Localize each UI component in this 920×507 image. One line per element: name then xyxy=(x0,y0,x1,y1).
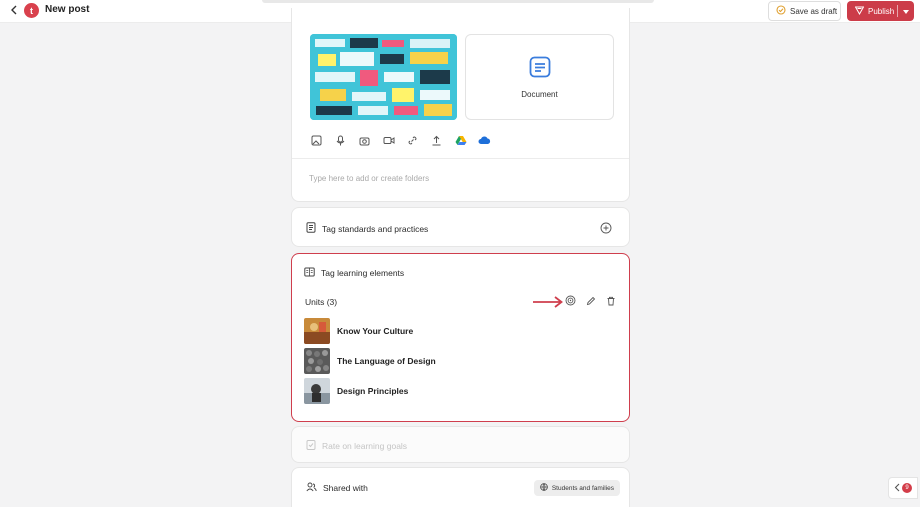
clock-check-icon xyxy=(776,5,786,17)
rate-goals-label: Rate on learning goals xyxy=(322,440,408,451)
publish-label: Publish xyxy=(868,6,895,16)
learning-elements-row: Tag learning elements xyxy=(304,267,404,279)
unit-item[interactable]: Know Your Culture xyxy=(304,318,413,344)
document-attachment[interactable]: Document xyxy=(465,34,614,120)
shared-with-card: Shared with Students and families xyxy=(291,467,630,507)
users-icon xyxy=(306,482,317,494)
rate-goals-row: Rate on learning goals xyxy=(306,439,407,452)
book-open-icon xyxy=(304,267,315,279)
image-icon[interactable] xyxy=(310,134,323,147)
drag-handle xyxy=(262,0,654,3)
onedrive-icon[interactable] xyxy=(478,134,491,147)
globe-icon xyxy=(540,483,548,493)
publish-main-action[interactable]: Publish xyxy=(847,1,897,21)
standards-card[interactable]: Tag standards and practices xyxy=(291,207,630,247)
upload-icon[interactable] xyxy=(430,134,443,147)
media-toolbar xyxy=(310,134,491,147)
learning-elements-label: Tag learning elements xyxy=(321,268,405,278)
audience-selector[interactable]: Students and families xyxy=(533,480,620,496)
audience-label: Students and families xyxy=(551,484,614,492)
unit-name: Know Your Culture xyxy=(337,326,414,336)
annotation-arrow-icon xyxy=(533,296,563,308)
link-icon[interactable] xyxy=(406,134,419,147)
edit-pencil-icon[interactable] xyxy=(585,295,596,306)
back-chevron-icon[interactable] xyxy=(7,3,21,17)
save-draft-button[interactable]: Save as draft xyxy=(768,1,841,21)
chevron-left-icon xyxy=(894,479,900,497)
shared-with-label: Shared with xyxy=(323,483,368,493)
standards-document-icon xyxy=(306,222,316,235)
standards-label: Tag standards and practices xyxy=(322,223,429,234)
publish-button[interactable]: Publish xyxy=(847,1,914,21)
target-icon[interactable] xyxy=(565,295,576,306)
standards-row: Tag standards and practices xyxy=(306,222,428,235)
unit-name: Design Principles xyxy=(337,386,409,396)
app-logo: t xyxy=(24,3,39,18)
send-icon xyxy=(854,6,865,17)
add-standard-plus-icon[interactable] xyxy=(600,221,612,234)
document-label: Document xyxy=(521,89,558,99)
sketchnote-image-thumbnail[interactable] xyxy=(310,34,457,120)
notification-badge: 9 xyxy=(902,483,912,493)
document-icon xyxy=(529,56,551,83)
publish-options-dropdown[interactable] xyxy=(898,7,914,16)
unit-thumbnail xyxy=(304,348,330,374)
unit-actions xyxy=(565,295,616,306)
unit-name: The Language of Design xyxy=(337,356,436,366)
clipboard-check-icon xyxy=(306,439,316,452)
side-panel-toggle[interactable]: 9 xyxy=(888,477,918,499)
caret-down-icon xyxy=(903,7,909,16)
unit-item[interactable]: Design Principles xyxy=(304,378,408,404)
save-draft-label: Save as draft xyxy=(790,6,838,16)
shared-with-row: Shared with xyxy=(306,482,368,494)
trash-icon[interactable] xyxy=(605,295,616,306)
camera-icon[interactable] xyxy=(358,134,371,147)
attachments-card: Document xyxy=(291,8,630,202)
folder-input[interactable] xyxy=(309,174,609,183)
unit-item[interactable]: The Language of Design xyxy=(304,348,436,374)
page-title: New post xyxy=(45,4,90,15)
learning-elements-card: Tag learning elements Units (3) Know You… xyxy=(291,253,630,422)
video-icon[interactable] xyxy=(382,134,395,147)
rate-goals-card: Rate on learning goals xyxy=(291,426,630,463)
unit-thumbnail xyxy=(304,318,330,344)
units-count-label: Units (3) xyxy=(305,297,338,307)
google-drive-icon[interactable] xyxy=(454,134,467,147)
section-divider xyxy=(292,158,629,159)
unit-thumbnail xyxy=(304,378,330,404)
microphone-icon[interactable] xyxy=(334,134,347,147)
